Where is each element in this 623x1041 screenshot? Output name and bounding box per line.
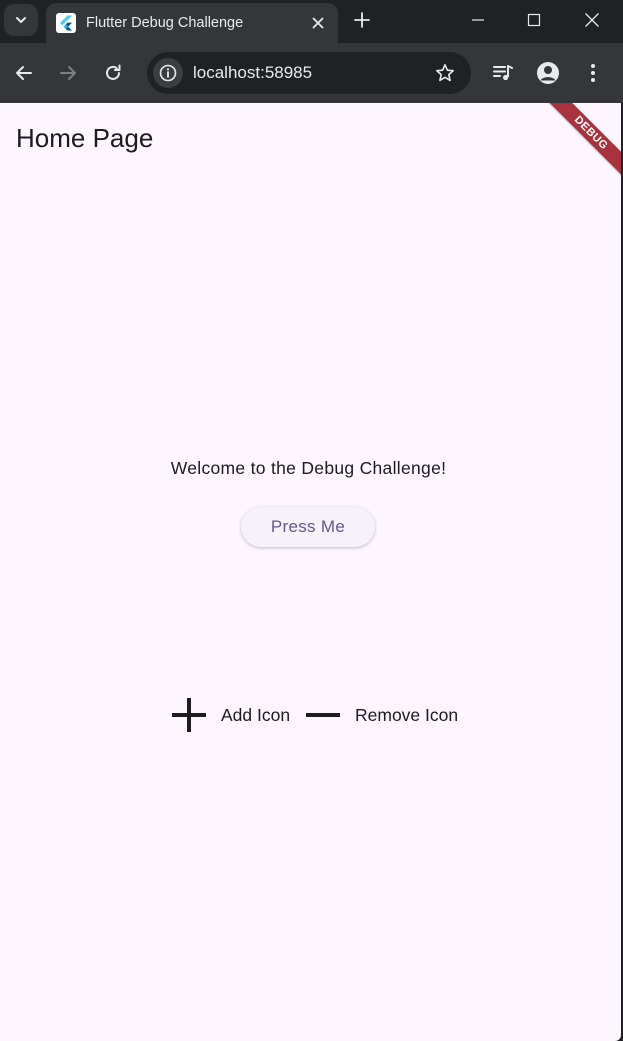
info-icon (159, 64, 177, 82)
browser-titlebar: Flutter Debug Challenge (0, 0, 623, 43)
flutter-logo-icon (56, 13, 76, 33)
tab-close-button[interactable] (306, 11, 330, 35)
icon-row: Add Icon Remove Icon (0, 697, 617, 733)
press-me-button[interactable]: Press Me (241, 507, 375, 547)
new-tab-button[interactable] (348, 6, 376, 34)
close-icon (312, 17, 324, 29)
arrow-left-icon (16, 66, 32, 80)
reload-button[interactable] (97, 57, 129, 89)
close-icon (585, 13, 599, 27)
plus-icon (354, 12, 370, 28)
minimize-window-button[interactable] (450, 0, 506, 40)
profile-button[interactable] (532, 57, 564, 89)
debug-banner: DEBUG (542, 103, 621, 182)
media-controls-button[interactable] (487, 57, 519, 89)
welcome-text: Welcome to the Debug Challenge! (170, 458, 447, 478)
tab-title: Flutter Debug Challenge (86, 15, 244, 31)
browser-menu-button[interactable] (577, 57, 609, 89)
address-url[interactable]: localhost:58985 (193, 63, 312, 83)
page-title: Home Page (16, 123, 154, 153)
more-vert-icon (591, 64, 595, 82)
star-icon (436, 64, 454, 82)
account-icon (537, 62, 559, 84)
browser-tab[interactable]: Flutter Debug Challenge (46, 3, 338, 43)
add-icon (172, 698, 206, 732)
reload-icon (106, 64, 121, 80)
back-button[interactable] (8, 57, 40, 89)
close-window-button[interactable] (564, 0, 620, 40)
arrow-right-icon (60, 66, 76, 80)
forward-button[interactable] (52, 57, 84, 89)
app-viewport: Home Page DEBUG Welcome to the Debug Cha… (0, 103, 621, 1041)
minimize-icon (472, 19, 484, 21)
add-icon-label: Add Icon (221, 705, 291, 725)
chevron-down-icon (16, 17, 26, 23)
queue-music-icon (493, 65, 513, 81)
remove-icon (306, 713, 340, 717)
site-info-button[interactable] (153, 58, 183, 88)
tab-search-button[interactable] (4, 4, 38, 36)
browser-toolbar: localhost:58985 (0, 43, 623, 103)
bookmark-button[interactable] (433, 61, 457, 85)
maximize-icon (527, 13, 541, 27)
maximize-window-button[interactable] (506, 0, 562, 40)
address-bar[interactable]: localhost:58985 (147, 52, 471, 94)
remove-icon-label: Remove Icon (355, 705, 459, 725)
